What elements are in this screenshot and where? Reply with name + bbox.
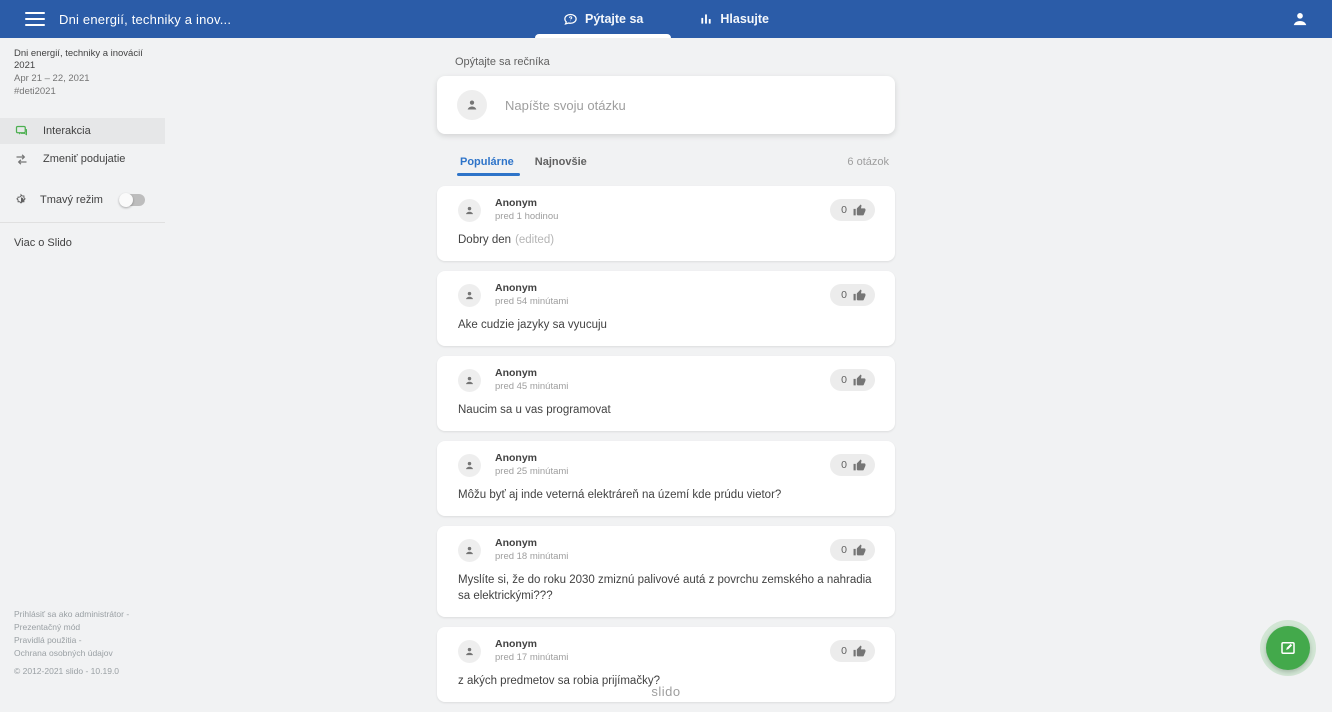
avatar: [458, 284, 481, 307]
like-button[interactable]: 0: [830, 539, 875, 561]
thumbs-up-icon: [853, 645, 866, 658]
tab-vote[interactable]: Hlasujte: [671, 0, 797, 38]
like-count: 0: [841, 204, 847, 216]
privacy-link[interactable]: Ochrana osobných údajov: [14, 647, 129, 660]
main-content: Opýtajte sa rečníka Napíšte svoju otázku…: [437, 38, 895, 712]
sidebar-item-label: Interakcia: [43, 125, 91, 137]
copyright: © 2012-2021 slido - 10.19.0: [14, 665, 129, 678]
like-count: 0: [841, 544, 847, 556]
question-card: Anonym pred 1 hodinou 0 Dobry den (edited…: [437, 186, 895, 261]
question-time: pred 45 minútami: [495, 381, 568, 393]
sidebar: Dni energií, techniky a inovácií 2021 Ap…: [0, 38, 165, 690]
question-bubble-icon: [563, 12, 578, 27]
presentation-mode-link[interactable]: Prezentačný mód: [14, 621, 129, 634]
like-button[interactable]: 0: [830, 369, 875, 391]
like-count: 0: [841, 645, 847, 657]
poll-bars-icon: [699, 12, 713, 26]
question-time: pred 1 hodinou: [495, 211, 558, 223]
compose-question-fab[interactable]: [1266, 626, 1310, 670]
question-text: Môžu byť aj inde veterná elektráreň na ú…: [458, 489, 781, 501]
dark-mode-label: Tmavý režim: [40, 194, 103, 206]
avatar: [458, 640, 481, 663]
switch-arrows-icon: [14, 152, 29, 167]
sidebar-item-label: Zmeniť podujatie: [43, 153, 125, 165]
question-count: 6 otázok: [847, 156, 889, 176]
sidebar-item-switch-event[interactable]: Zmeniť podujatie: [0, 146, 165, 172]
question-time: pred 17 minútami: [495, 652, 568, 664]
mode-tabs: Pýtajte sa Hlasujte: [535, 0, 797, 38]
like-button[interactable]: 0: [830, 454, 875, 476]
menu-icon[interactable]: [25, 12, 45, 26]
thumbs-up-icon: [853, 289, 866, 302]
tab-popular[interactable]: Populárne: [460, 156, 514, 176]
event-hashtag: #deti2021: [14, 86, 151, 98]
tab-vote-label: Hlasujte: [720, 12, 769, 26]
sidebar-item-interaction[interactable]: Interakcia: [0, 118, 165, 144]
admin-login-link[interactable]: Prihlásiť sa ako administrátor -: [14, 608, 129, 621]
question-text: Dobry den: [458, 234, 511, 246]
question-input-placeholder: Napíšte svoju otázku: [505, 98, 626, 113]
like-button[interactable]: 0: [830, 284, 875, 306]
about-slido-link[interactable]: Viac o Slido: [0, 223, 165, 263]
avatar: [458, 199, 481, 222]
avatar: [457, 90, 487, 120]
thumbs-up-icon: [853, 204, 866, 217]
question-text: z akých predmetov sa robia prijímačky?: [458, 675, 660, 687]
question-input[interactable]: Napíšte svoju otázku: [437, 76, 895, 134]
avatar: [458, 369, 481, 392]
event-name: Dni energií, techniky a inovácií 2021: [14, 48, 151, 72]
terms-link[interactable]: Pravidlá použitia -: [14, 634, 129, 647]
event-dates: Apr 21 – 22, 2021: [14, 73, 151, 85]
question-author: Anonym: [495, 452, 568, 464]
question-card: Anonym pred 18 minútami 0 Myslíte si, že…: [437, 526, 895, 617]
tab-ask[interactable]: Pýtajte sa: [535, 0, 671, 38]
like-button[interactable]: 0: [830, 199, 875, 221]
tab-ask-label: Pýtajte sa: [585, 12, 643, 26]
compose-icon: [1279, 639, 1297, 657]
question-time: pred 18 minútami: [495, 551, 568, 563]
question-list: Anonym pred 1 hodinou 0 Dobry den (edited…: [437, 186, 895, 702]
question-author: Anonym: [495, 197, 558, 209]
person-icon[interactable]: [1290, 9, 1310, 29]
sidebar-footer: Prihlásiť sa ako administrátor - Prezent…: [14, 608, 129, 678]
dark-mode-toggle[interactable]: [119, 194, 145, 206]
avatar: [458, 454, 481, 477]
chat-bubbles-icon: [14, 124, 29, 139]
brightness-icon: [14, 193, 28, 207]
question-text: Naucim sa u vas programovat: [458, 404, 611, 416]
like-count: 0: [841, 459, 847, 471]
dark-mode-row: Tmavý režim: [0, 188, 165, 212]
question-text: Ake cudzie jazyky sa vyucuju: [458, 319, 607, 331]
avatar: [458, 539, 481, 562]
thumbs-up-icon: [853, 544, 866, 557]
event-title: Dni energií, techniky a inov...: [59, 12, 231, 27]
question-author: Anonym: [495, 282, 568, 294]
edited-flag: (edited): [515, 234, 554, 246]
question-card: Anonym pred 25 minútami 0 Môžu byť aj in…: [437, 441, 895, 516]
sidebar-nav: Interakcia Zmeniť podujatie: [0, 118, 165, 172]
like-count: 0: [841, 374, 847, 386]
question-list-tabs: Populárne Najnovšie 6 otázok: [437, 156, 895, 176]
question-author: Anonym: [495, 537, 568, 549]
question-time: pred 25 minútami: [495, 466, 568, 478]
thumbs-up-icon: [853, 374, 866, 387]
question-author: Anonym: [495, 638, 568, 650]
question-card: Anonym pred 54 minútami 0 Ake cudzie jaz…: [437, 271, 895, 346]
like-count: 0: [841, 289, 847, 301]
question-author: Anonym: [495, 367, 568, 379]
thumbs-up-icon: [853, 459, 866, 472]
event-info: Dni energií, techniky a inovácií 2021 Ap…: [0, 38, 165, 102]
top-app-bar: Dni energií, techniky a inov... Pýtajte …: [0, 0, 1332, 38]
tab-newest[interactable]: Najnovšie: [535, 156, 587, 176]
question-text: Myslíte si, že do roku 2030 zmiznú paliv…: [458, 574, 872, 602]
question-time: pred 54 minútami: [495, 296, 568, 308]
like-button[interactable]: 0: [830, 640, 875, 662]
slido-watermark: slido: [651, 684, 680, 699]
question-card: Anonym pred 45 minútami 0 Naucim sa u va…: [437, 356, 895, 431]
ask-speaker-label: Opýtajte sa rečníka: [455, 56, 895, 68]
